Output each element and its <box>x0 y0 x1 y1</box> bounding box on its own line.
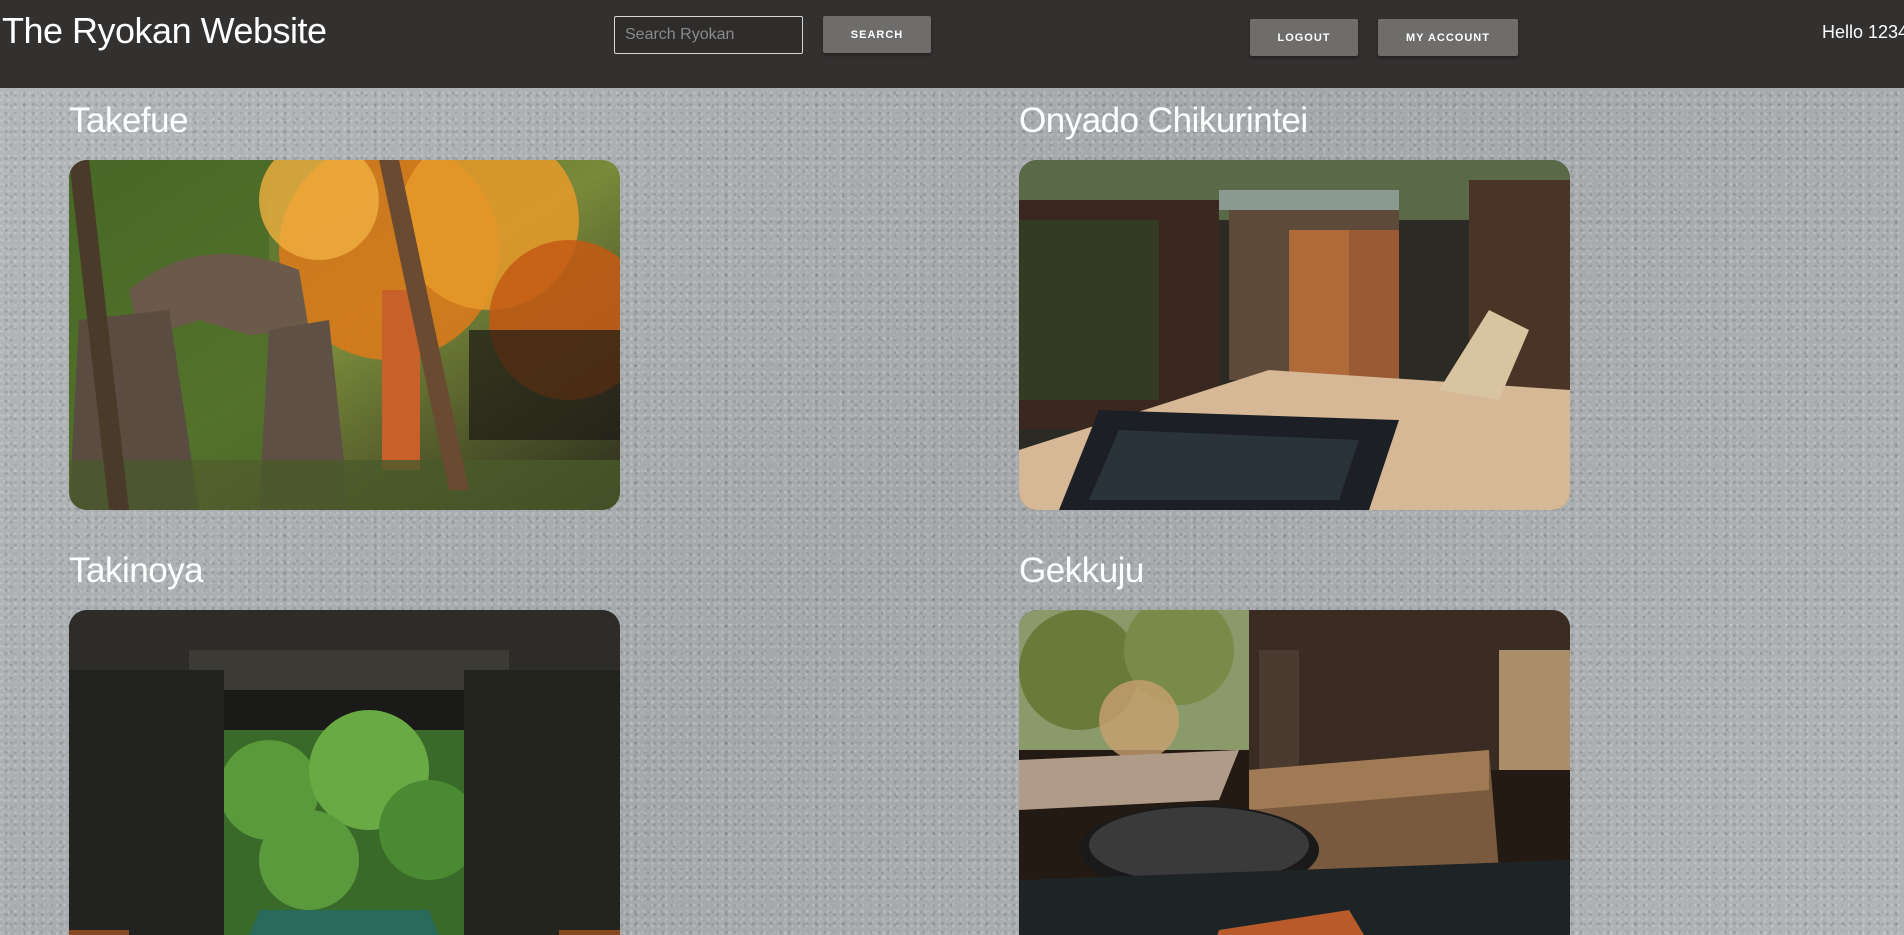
logout-button[interactable]: LOGOUT <box>1250 19 1358 56</box>
site-title[interactable]: The Ryokan Website <box>2 10 327 52</box>
ryokan-card[interactable]: Onyado Chikurintei <box>1019 96 1571 510</box>
ryokan-name[interactable]: Takefue <box>69 96 621 152</box>
ryokan-card[interactable]: Takinoya <box>69 546 621 935</box>
my-account-button[interactable]: MY ACCOUNT <box>1378 19 1518 56</box>
ryokan-card[interactable]: Gekkuju <box>1019 546 1571 935</box>
ryokan-card[interactable]: Takefue <box>69 96 621 510</box>
ryokan-photo[interactable] <box>1019 160 1570 510</box>
search-input[interactable] <box>614 16 803 54</box>
top-navigation-bar: The Ryokan Website SEARCH LOGOUT MY ACCO… <box>0 0 1904 88</box>
ryokan-name[interactable]: Gekkuju <box>1019 546 1571 602</box>
ryokan-photo[interactable] <box>69 610 620 935</box>
ryokan-photo[interactable] <box>1019 610 1570 935</box>
ryokan-photo[interactable] <box>69 160 620 510</box>
user-greeting: Hello 1234 <box>1822 22 1904 42</box>
ryokan-name[interactable]: Takinoya <box>69 546 621 602</box>
search-button[interactable]: SEARCH <box>823 16 931 53</box>
ryokan-name[interactable]: Onyado Chikurintei <box>1019 96 1571 152</box>
